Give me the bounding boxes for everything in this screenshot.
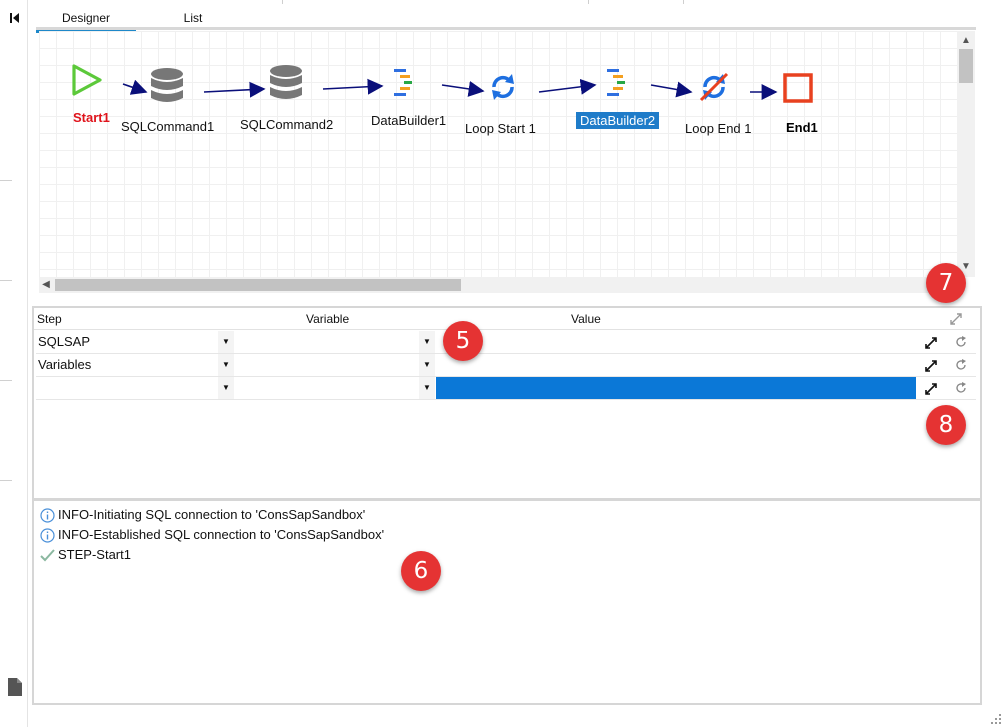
value-field[interactable] (436, 354, 916, 376)
step-select[interactable]: SQLSAP (38, 334, 213, 352)
variable-dropdown-icon[interactable]: ▼ (419, 331, 435, 353)
node-label-end[interactable]: End1 (786, 120, 818, 135)
log-panel: INFO-Initiating SQL connection to 'ConsS… (32, 500, 982, 705)
callout-6: 6 (401, 551, 441, 591)
tab-list[interactable]: List (176, 11, 210, 30)
variables-header: Step Variable Value (34, 308, 980, 330)
loop-start-icon (492, 74, 514, 100)
scroll-up-icon[interactable]: ▲ (957, 33, 975, 49)
rail-divider (0, 380, 12, 381)
checkmark-icon (40, 549, 55, 562)
column-header-value: Value (571, 312, 601, 326)
node-loop-start[interactable] (482, 68, 522, 108)
rail-divider (0, 480, 12, 481)
database-icon (270, 65, 302, 99)
value-field[interactable] (436, 331, 916, 353)
column-header-step: Step (37, 312, 62, 326)
designer-canvas[interactable]: Start1 SQLCommand1 SQLCommand2 DataBuild… (39, 31, 957, 277)
rail-divider (0, 180, 12, 181)
step-select[interactable] (38, 380, 213, 398)
connector-arrow (650, 81, 693, 98)
node-end[interactable] (779, 69, 819, 109)
variable-row: ▼ ▼ (36, 377, 976, 400)
step-dropdown-icon[interactable]: ▼ (218, 377, 234, 399)
resize-grip-icon[interactable] (990, 713, 1002, 725)
top-separator (683, 0, 684, 4)
horizontal-scroll-thumb[interactable] (55, 279, 461, 291)
stop-square-icon (783, 73, 813, 103)
variables-panel: Step Variable Value SQLSAP ▼ ▼ Variables… (32, 306, 982, 500)
scroll-left-icon[interactable]: ◀ (39, 277, 53, 293)
connector-arrow (441, 80, 485, 97)
document-icon[interactable] (7, 677, 23, 697)
variable-select[interactable] (236, 354, 436, 376)
variable-dropdown-icon[interactable]: ▼ (419, 377, 435, 399)
callout-8: 8 (926, 405, 966, 445)
callout-7: 7 (926, 263, 966, 303)
variable-row: SQLSAP ▼ ▼ (36, 331, 976, 354)
log-text: STEP-Start1 (58, 547, 131, 562)
node-sqlcommand1[interactable] (147, 66, 187, 106)
variable-select[interactable] (236, 331, 436, 353)
canvas-horizontal-scrollbar[interactable]: ◀ (39, 277, 957, 293)
top-strip (28, 0, 1005, 4)
callout-5: 5 (443, 321, 483, 361)
vertical-scroll-thumb[interactable] (959, 49, 973, 83)
loop-end-icon (699, 72, 729, 102)
info-circle-icon (40, 528, 55, 543)
log-text: INFO-Initiating SQL connection to 'ConsS… (58, 507, 366, 522)
value-field-selected[interactable] (436, 377, 916, 399)
tab-designer[interactable]: Designer (36, 11, 136, 33)
node-loop-end[interactable] (693, 68, 733, 108)
node-label-loop-start[interactable]: Loop Start 1 (465, 121, 536, 136)
expand-value-icon[interactable] (924, 382, 938, 396)
top-separator (588, 0, 589, 4)
variable-row: Variables ▼ ▼ (36, 354, 976, 377)
node-databuilder2[interactable] (599, 64, 639, 104)
node-label-sqlcommand2[interactable]: SQLCommand2 (240, 117, 333, 132)
play-triangle-icon (72, 64, 102, 96)
expand-value-icon[interactable] (924, 336, 938, 350)
step-dropdown-icon[interactable]: ▼ (218, 331, 234, 353)
step-select[interactable]: Variables (38, 357, 213, 375)
connector-arrow (322, 78, 384, 95)
top-separator (282, 0, 283, 4)
reset-icon[interactable] (954, 381, 968, 395)
variable-select[interactable] (236, 377, 436, 399)
column-header-variable: Variable (306, 312, 350, 326)
data-builder-icon (607, 69, 625, 96)
connector-arrow (203, 81, 266, 98)
left-rail (0, 0, 28, 727)
node-label-sqlcommand1[interactable]: SQLCommand1 (121, 119, 214, 134)
info-circle-icon (40, 508, 55, 523)
step-dropdown-icon[interactable]: ▼ (218, 354, 234, 376)
node-label-databuilder2[interactable]: DataBuilder2 (576, 112, 660, 129)
connector-arrow (122, 79, 148, 95)
collapse-left-icon[interactable] (8, 11, 22, 25)
tab-bar: Designer List (36, 8, 976, 33)
reset-icon[interactable] (954, 335, 968, 349)
reset-icon[interactable] (954, 358, 968, 372)
connector-arrow (538, 78, 597, 95)
expand-value-icon[interactable] (924, 359, 938, 373)
database-icon (151, 68, 183, 102)
workflow-designer-window: Designer List Start1 SQLCommand1 SQLComm… (0, 0, 1005, 727)
node-label-start[interactable]: Start1 (73, 110, 110, 125)
expand-all-icon[interactable] (949, 312, 963, 326)
rail-divider (0, 280, 12, 281)
log-text: INFO-Established SQL connection to 'Cons… (58, 527, 385, 542)
node-label-databuilder1[interactable]: DataBuilder1 (371, 113, 446, 128)
canvas-vertical-scrollbar[interactable]: ▲ ▼ (957, 31, 975, 277)
node-databuilder1[interactable] (386, 64, 426, 104)
data-builder-icon (394, 69, 412, 96)
node-sqlcommand2[interactable] (266, 63, 306, 103)
node-label-loop-end[interactable]: Loop End 1 (685, 121, 752, 136)
variable-dropdown-icon[interactable]: ▼ (419, 354, 435, 376)
